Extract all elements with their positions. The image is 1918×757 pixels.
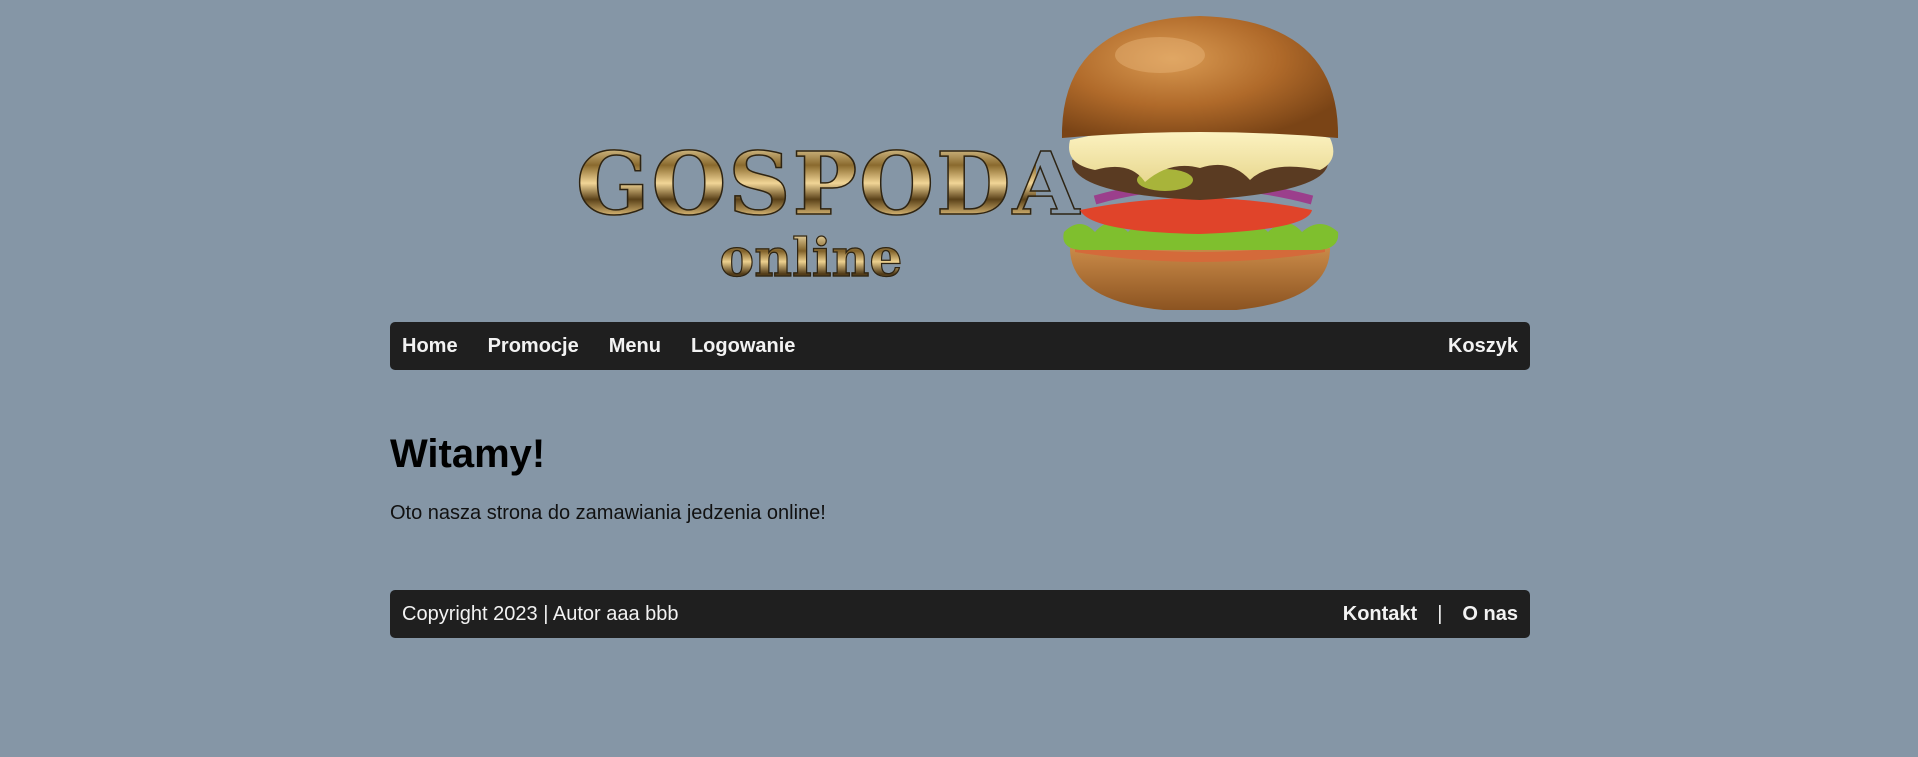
page-footer: Copyright 2023 | Autor aaa bbb Kontakt |… [390,590,1530,638]
logo-sub-text: online [576,231,1036,286]
nav-cart-link[interactable]: Koszyk [1448,335,1518,358]
site-logo: GOSPODA online [575,134,1082,286]
page-container: GOSPODA online Home Promocje Menu Logowa… [390,0,1530,638]
main-navigation: Home Promocje Menu Logowanie Koszyk [390,322,1530,370]
main-content: Witamy! Oto nasza strona do zamawiania j… [390,430,1530,525]
nav-home-link[interactable]: Home [402,335,458,358]
footer-contact-link[interactable]: Kontakt [1343,603,1417,626]
nav-promotions-link[interactable]: Promocje [488,335,579,358]
footer-about-link[interactable]: O nas [1462,603,1518,626]
nav-login-link[interactable]: Logowanie [691,335,795,358]
nav-menu-link[interactable]: Menu [609,335,661,358]
header-banner: GOSPODA online [390,0,1530,322]
burger-image [1061,16,1339,310]
welcome-text: Oto nasza strona do zamawiania jedzenia … [390,502,826,524]
logo-main-text: GOSPODA [575,134,1082,235]
footer-separator: | [1437,602,1443,625]
page-title: Witamy! [390,432,546,476]
copyright-text: Copyright 2023 | Autor aaa bbb [402,602,679,625]
